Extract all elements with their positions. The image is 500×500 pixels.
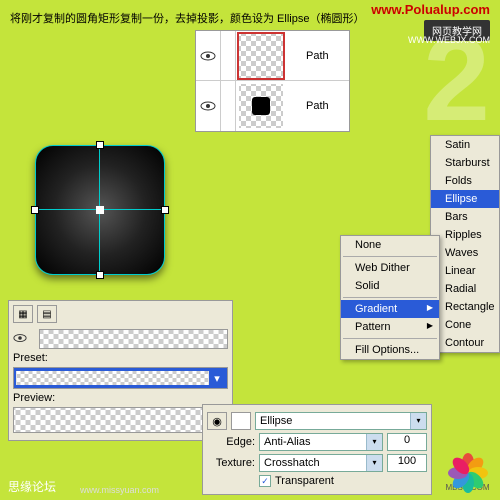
- gradient-type-submenu: Satin Starburst Folds Ellipse Bars Rippl…: [430, 135, 500, 353]
- edge-amount-input[interactable]: 0: [387, 433, 427, 451]
- transform-handle[interactable]: [96, 271, 104, 279]
- center-handle[interactable]: [96, 206, 104, 214]
- menu-item-gradient[interactable]: Gradient: [341, 300, 439, 318]
- menu-item-fill-options[interactable]: Fill Options...: [341, 341, 439, 359]
- texture-label: Texture:: [207, 457, 255, 469]
- dropdown-arrow-icon: ▾: [410, 413, 426, 429]
- preset-label: Preset:: [13, 352, 63, 364]
- menu-item-cone[interactable]: Cone: [431, 316, 499, 334]
- dropdown-value: Crosshatch: [260, 457, 366, 469]
- menu-item-satin[interactable]: Satin: [431, 136, 499, 154]
- layers-panel: Path Path: [195, 30, 350, 132]
- menu-item-folds[interactable]: Folds: [431, 172, 499, 190]
- preview-label: Preview:: [13, 392, 63, 404]
- link-column[interactable]: [221, 31, 236, 81]
- dropdown-arrow-icon: ▾: [209, 372, 225, 385]
- preview-swatch: [13, 407, 228, 433]
- dropdown-arrow-icon: ▾: [366, 434, 382, 450]
- layer-row[interactable]: Path: [196, 31, 349, 81]
- fill-color-swatch[interactable]: [231, 412, 251, 430]
- layer-thumbnail[interactable]: [237, 82, 285, 130]
- edge-dropdown[interactable]: Anti-Alias ▾: [259, 433, 383, 451]
- watermark-web-url: WWW.WEBJX.COM: [408, 35, 490, 45]
- menu-item-starburst[interactable]: Starburst: [431, 154, 499, 172]
- layer-name[interactable]: Path: [286, 50, 349, 62]
- panel-tab-button[interactable]: ▤: [37, 305, 57, 323]
- footer-url: www.missyuan.com: [80, 485, 159, 495]
- transform-handle[interactable]: [161, 206, 169, 214]
- transparent-label: Transparent: [275, 475, 334, 487]
- properties-panel: ◉ Ellipse ▾ Edge: Anti-Alias ▾ 0 Texture…: [202, 404, 432, 495]
- gradient-preview-strip: [16, 371, 209, 385]
- dropdown-value: Anti-Alias: [260, 436, 366, 448]
- logo-badge: MBSU.COM: [440, 440, 495, 495]
- layer-name[interactable]: Path: [286, 100, 349, 112]
- fill-type-dropdown[interactable]: Ellipse ▾: [255, 412, 427, 430]
- menu-item-waves[interactable]: Waves: [431, 244, 499, 262]
- menu-item-solid[interactable]: Solid: [341, 277, 439, 295]
- dropdown-value: Ellipse: [256, 415, 410, 427]
- panel-tab-button[interactable]: ▦: [13, 305, 33, 323]
- dropdown-arrow-icon: ▾: [366, 455, 382, 471]
- menu-item-linear[interactable]: Linear: [431, 262, 499, 280]
- menu-item-radial[interactable]: Radial: [431, 280, 499, 298]
- visibility-toggle[interactable]: [196, 31, 221, 81]
- layer-thumbnail[interactable]: [237, 32, 285, 80]
- color-swatch[interactable]: [39, 329, 228, 349]
- menu-item-webdither[interactable]: Web Dither: [341, 259, 439, 277]
- link-column[interactable]: [221, 81, 236, 131]
- menu-item-bars[interactable]: Bars: [431, 208, 499, 226]
- edge-label: Edge:: [207, 436, 255, 448]
- canvas-shape[interactable]: [35, 145, 165, 275]
- instruction-text: 将刚才复制的圆角矩形复制一份，去掉投影，颜色设为 Ellipse（椭圆形）: [10, 10, 364, 26]
- menu-separator: [343, 297, 437, 298]
- transform-handle[interactable]: [31, 206, 39, 214]
- menu-separator: [343, 338, 437, 339]
- flower-icon: [448, 443, 488, 483]
- gradient-panel: ▦ ▤ Preset: ▾ Preview:: [8, 300, 233, 441]
- fill-menu: None Web Dither Solid Gradient Pattern F…: [340, 235, 440, 360]
- menu-item-rectangle[interactable]: Rectangle: [431, 298, 499, 316]
- preset-dropdown[interactable]: ▾: [13, 367, 228, 389]
- layer-row[interactable]: Path: [196, 81, 349, 131]
- menu-item-none[interactable]: None: [341, 236, 439, 254]
- menu-item-ripples[interactable]: Ripples: [431, 226, 499, 244]
- menu-item-contour[interactable]: Contour: [431, 334, 499, 352]
- menu-item-ellipse[interactable]: Ellipse: [431, 190, 499, 208]
- texture-amount-input[interactable]: 100: [387, 454, 427, 472]
- visibility-toggle[interactable]: [196, 81, 221, 131]
- menu-separator: [343, 256, 437, 257]
- transform-handle[interactable]: [96, 141, 104, 149]
- fill-icon[interactable]: ◉: [207, 412, 227, 430]
- texture-dropdown[interactable]: Crosshatch ▾: [259, 454, 383, 472]
- menu-item-pattern[interactable]: Pattern: [341, 318, 439, 336]
- watermark-url-top: www.Polualup.com: [371, 2, 490, 17]
- transparent-checkbox[interactable]: ✓: [259, 475, 271, 487]
- footer-brand: 思缘论坛: [8, 478, 56, 495]
- eye-icon: [13, 333, 31, 346]
